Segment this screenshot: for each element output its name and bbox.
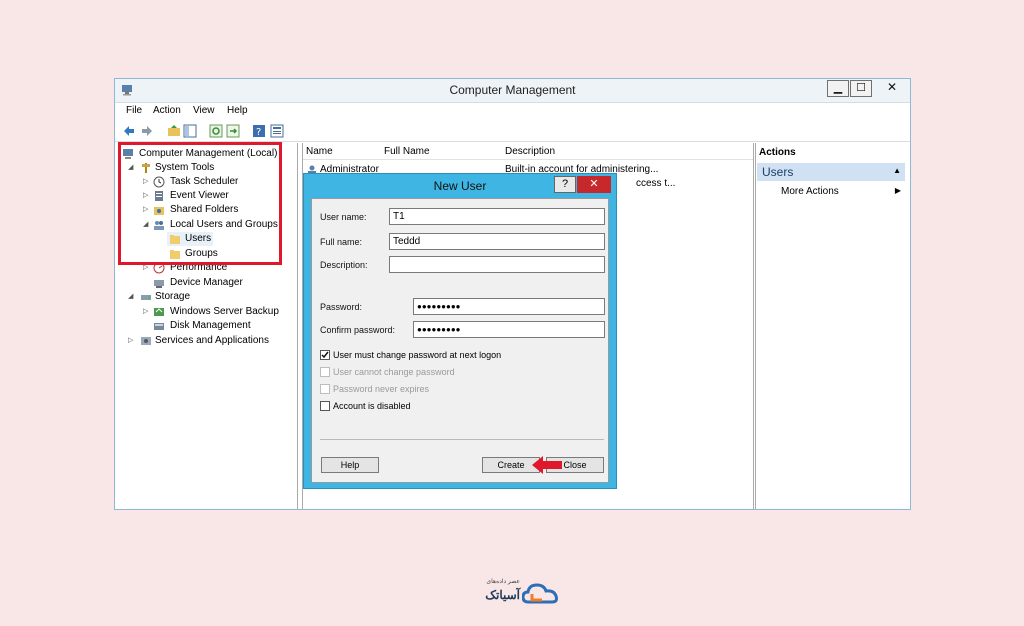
must-change-password-label: User must change password at next logon <box>333 350 502 360</box>
user-description-cell: ccess t... <box>636 178 676 189</box>
export-list-icon[interactable] <box>226 124 240 138</box>
maximize-button[interactable]: ☐ <box>850 80 872 97</box>
checkmark-icon <box>321 351 329 359</box>
window-title: Computer Management <box>449 83 576 97</box>
refresh-icon[interactable] <box>209 124 223 138</box>
tree-disk-management-label: Disk Management <box>170 320 251 331</box>
menu-bar: File Action View Help <box>115 103 910 119</box>
confirm-password-input[interactable]: ●●●●●●●●● <box>413 321 605 338</box>
back-arrow-icon[interactable] <box>122 124 136 138</box>
menu-help[interactable]: Help <box>227 105 248 116</box>
password-never-expires-checkbox[interactable] <box>320 384 330 394</box>
password-label: Password: <box>320 302 363 312</box>
storage-icon <box>141 295 151 300</box>
account-disabled-label: Account is disabled <box>333 401 411 411</box>
backup-icon <box>154 308 164 316</box>
user-name-input[interactable]: T1 <box>389 208 605 225</box>
properties-icon[interactable] <box>270 124 284 138</box>
cannot-change-password-label: User cannot change password <box>333 367 455 377</box>
actions-header: Actions <box>759 147 796 158</box>
full-name-input[interactable]: Teddd <box>389 233 605 250</box>
column-header-name[interactable]: Name <box>306 146 333 157</box>
menu-view[interactable]: View <box>193 105 215 116</box>
column-header-full-name[interactable]: Full Name <box>384 146 430 157</box>
dialog-help-button[interactable]: ? <box>554 176 576 193</box>
actions-section-users[interactable]: Users ▲ <box>757 163 905 181</box>
menu-action[interactable]: Action <box>153 105 181 116</box>
toolbar: ? <box>115 121 910 142</box>
logo-subtitle: عصر داده‌های <box>486 579 520 585</box>
description-label: Description: <box>320 260 368 270</box>
actions-section-label: Users <box>762 165 794 179</box>
brand-logo: آسیاتک عصر داده‌های <box>460 578 564 608</box>
cloud-logo-icon <box>522 583 558 604</box>
full-name-label: Full name: <box>320 237 363 247</box>
password-input[interactable]: ●●●●●●●●● <box>413 298 605 315</box>
dialog-separator <box>320 439 604 440</box>
tree-storage-label: Storage <box>155 291 191 302</box>
up-folder-icon[interactable] <box>167 124 181 138</box>
more-actions-item[interactable]: More Actions ▶ <box>781 186 901 197</box>
tree-services-label: Services and Applications <box>155 335 269 346</box>
tree-wsb-label: Windows Server Backup <box>170 306 279 317</box>
collapsed-triangle-icon[interactable]: ▷ <box>128 334 133 348</box>
expanded-triangle-icon[interactable]: ◢ <box>128 290 133 304</box>
confirm-password-label: Confirm password: <box>320 325 396 335</box>
submenu-arrow-icon: ▶ <box>894 186 901 195</box>
title-bar[interactable]: Computer Management ▁ ☐ ✕ <box>115 79 910 103</box>
services-icon <box>141 337 151 345</box>
cannot-change-password-checkbox[interactable] <box>320 367 330 377</box>
new-user-dialog: New User ? ✕ User name: T1 Full name: Te… <box>303 173 617 489</box>
disk-management-icon <box>154 323 164 330</box>
description-input[interactable] <box>389 256 605 273</box>
list-header: Name Full Name Description <box>303 145 753 160</box>
svg-text:?: ? <box>256 127 261 138</box>
forward-arrow-icon[interactable] <box>140 124 154 138</box>
actions-pane: Actions Users ▲ More Actions ▶ <box>755 143 909 509</box>
help-button[interactable]: Help <box>321 457 379 473</box>
dialog-body: User name: T1 Full name: Teddd Descripti… <box>311 198 609 483</box>
must-change-password-checkbox[interactable] <box>320 350 330 360</box>
minimize-button[interactable]: ▁ <box>827 80 849 97</box>
device-manager-icon <box>154 280 164 288</box>
red-arrow-icon <box>532 456 562 474</box>
dialog-close-button[interactable]: ✕ <box>577 176 611 193</box>
help-icon[interactable]: ? <box>252 124 266 138</box>
collapsed-triangle-icon[interactable]: ▷ <box>143 305 148 319</box>
show-hide-tree-icon[interactable] <box>183 124 197 138</box>
more-actions-label: More Actions <box>781 186 839 197</box>
highlight-box <box>118 142 282 265</box>
column-header-description[interactable]: Description <box>505 146 555 157</box>
account-disabled-checkbox[interactable] <box>320 401 330 411</box>
menu-file[interactable]: File <box>126 105 142 116</box>
collapse-up-icon[interactable]: ▲ <box>893 166 901 175</box>
user-name-label: User name: <box>320 212 367 222</box>
logo-text: آسیاتک <box>485 588 520 602</box>
tree-device-manager-label: Device Manager <box>170 277 243 288</box>
close-window-button[interactable]: ✕ <box>875 80 909 97</box>
password-never-expires-label: Password never expires <box>333 384 430 394</box>
